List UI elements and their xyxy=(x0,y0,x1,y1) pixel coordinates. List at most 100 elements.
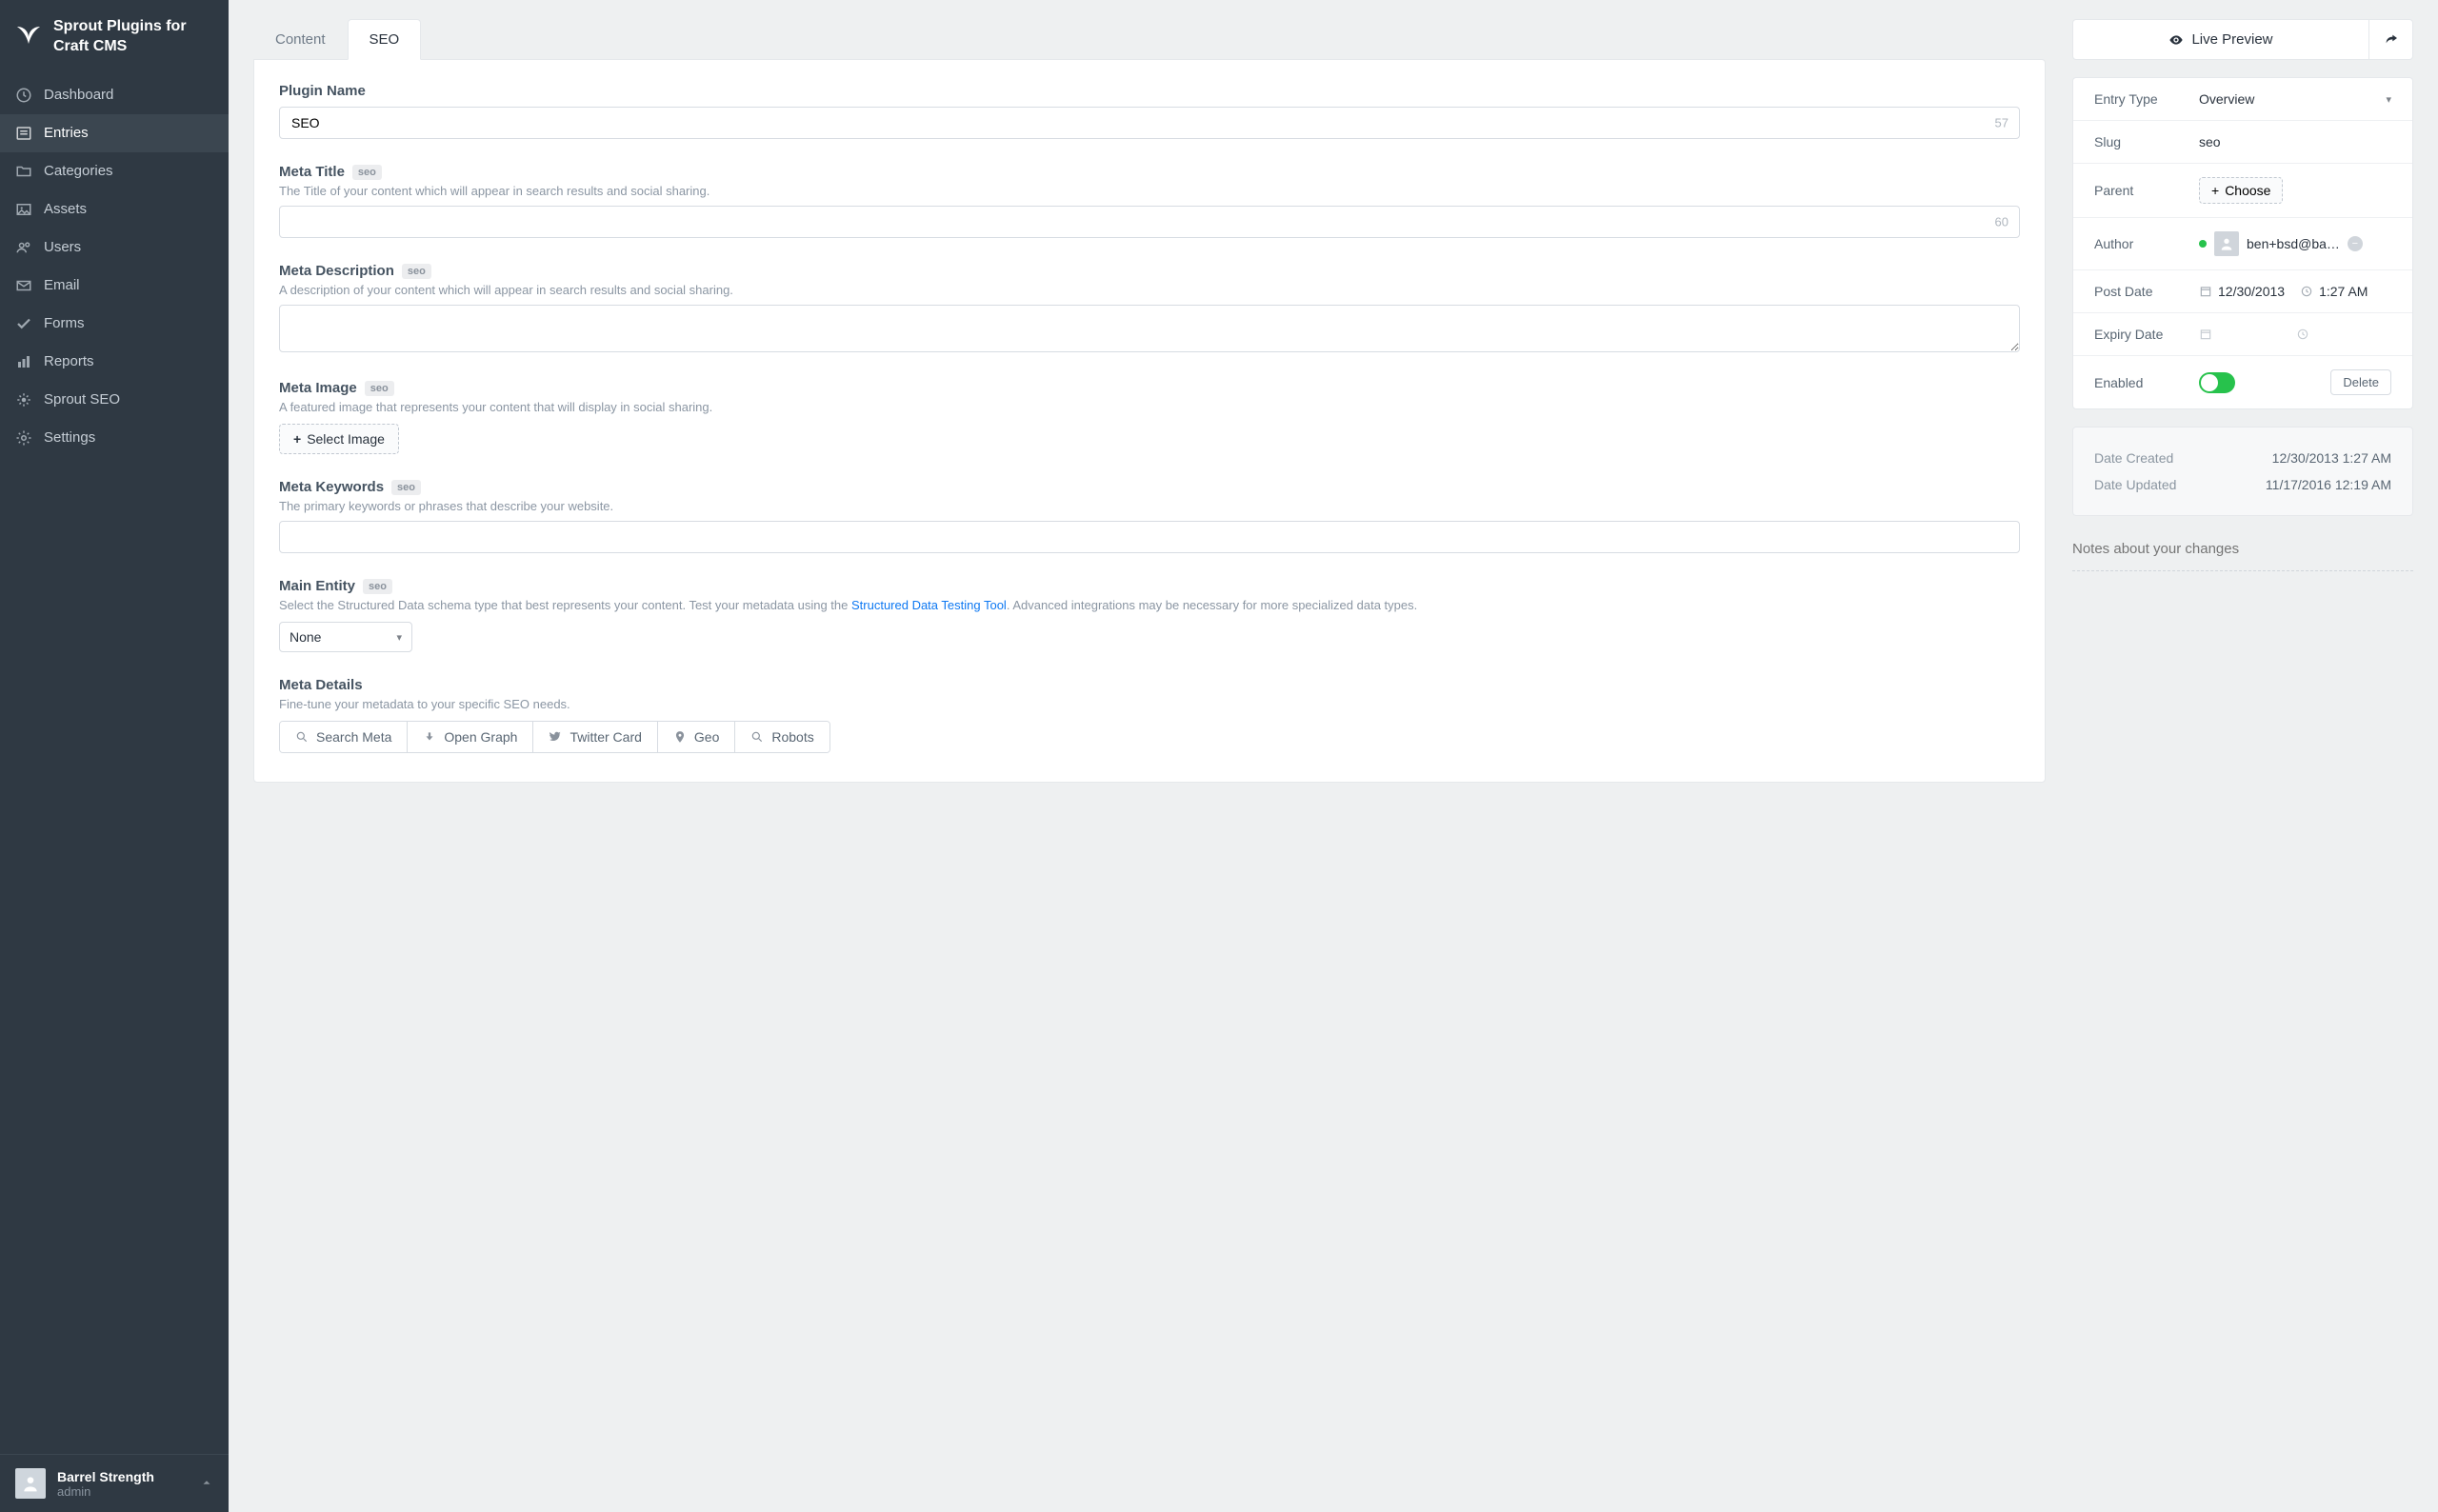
entry-type-select[interactable]: Overview▾ xyxy=(2199,91,2391,107)
date-created-value: 12/30/2013 1:27 AM xyxy=(2272,450,2391,466)
plugin-name-count: 57 xyxy=(1995,116,2008,130)
remove-author-button[interactable]: − xyxy=(2348,236,2363,251)
user-role: admin xyxy=(57,1484,154,1499)
date-created-label: Date Created xyxy=(2094,450,2173,466)
post-time-input[interactable]: 1:27 AM xyxy=(2300,284,2368,299)
preview-card: Live Preview xyxy=(2072,19,2413,60)
notes-input[interactable] xyxy=(2072,533,2413,570)
date-info-card: Date Created 12/30/2013 1:27 AM Date Upda… xyxy=(2072,427,2413,516)
plugin-name-input[interactable] xyxy=(279,107,2020,139)
meta-description-help: A description of your content which will… xyxy=(279,283,2020,297)
check-icon xyxy=(15,315,32,332)
select-image-button[interactable]: +Select Image xyxy=(279,424,399,454)
meta-title-count: 60 xyxy=(1995,215,2008,229)
author-name: ben+bsd@ba… xyxy=(2247,236,2340,251)
seo-badge: seo xyxy=(352,165,382,180)
bar-chart-icon xyxy=(15,353,32,370)
nav-assets[interactable]: Assets xyxy=(0,190,229,229)
seo-badge: seo xyxy=(365,381,394,396)
nav-sprout-seo[interactable]: Sprout SEO xyxy=(0,381,229,419)
nav-settings[interactable]: Settings xyxy=(0,419,229,457)
field-meta-description: Meta Descriptionseo A description of you… xyxy=(279,263,2020,355)
slug-input[interactable] xyxy=(2199,134,2391,149)
seo-badge: seo xyxy=(402,264,431,279)
meta-title-input[interactable] xyxy=(279,206,2020,238)
sprout-icon xyxy=(15,391,32,408)
field-meta-details: Meta Details Fine-tune your metadata to … xyxy=(279,677,2020,753)
chevron-up-icon xyxy=(200,1476,213,1492)
nav-categories[interactable]: Categories xyxy=(0,152,229,190)
plugin-name-label: Plugin Name xyxy=(279,83,2020,99)
envelope-icon xyxy=(15,277,32,294)
meta-image-help: A featured image that represents your co… xyxy=(279,400,2020,414)
status-dot-icon xyxy=(2199,240,2207,248)
tab-content[interactable]: Content xyxy=(253,19,348,60)
slug-label: Slug xyxy=(2094,134,2199,149)
meta-description-input[interactable] xyxy=(279,305,2020,352)
site-name: Sprout Plugins for Craft CMS xyxy=(53,17,215,57)
image-icon xyxy=(15,201,32,218)
meta-title-help: The Title of your content which will app… xyxy=(279,184,2020,198)
meta-keywords-input[interactable] xyxy=(279,521,2020,553)
nav-forms[interactable]: Forms xyxy=(0,305,229,343)
meta-details-buttons: Search Meta Open Graph Twitter Card Geo … xyxy=(279,721,830,753)
field-meta-keywords: Meta Keywords seo The primary keywords or… xyxy=(279,479,2020,553)
parent-label: Parent xyxy=(2094,183,2199,198)
main-entity-select[interactable]: None▾ xyxy=(279,622,412,652)
meta-keywords-help: The primary keywords or phrases that des… xyxy=(279,499,2020,513)
share-button[interactable] xyxy=(2368,20,2412,59)
users-icon xyxy=(15,239,32,256)
nav-email[interactable]: Email xyxy=(0,267,229,305)
field-meta-title: Meta Titleseo The Title of your content … xyxy=(279,164,2020,238)
main-entity-label: Main Entity xyxy=(279,578,355,594)
nav-users[interactable]: Users xyxy=(0,229,229,267)
post-date-label: Post Date xyxy=(2094,284,2199,299)
nav-entries[interactable]: Entries xyxy=(0,114,229,152)
clock-icon xyxy=(15,87,32,104)
gear-icon xyxy=(15,429,32,447)
entries-icon xyxy=(15,125,32,142)
sidebar-nav: Dashboard Entries Categories Assets User… xyxy=(0,76,229,1454)
seo-panel: Plugin Name 57 Meta Titleseo The Title o… xyxy=(253,59,2046,783)
expiry-time-input[interactable] xyxy=(2296,328,2309,341)
entry-type-label: Entry Type xyxy=(2094,91,2199,107)
sidebar-user[interactable]: Barrel Strength admin xyxy=(0,1454,229,1512)
caret-down-icon: ▾ xyxy=(2386,93,2391,106)
caret-down-icon: ▾ xyxy=(396,631,402,644)
sprout-leaf-icon xyxy=(13,17,44,48)
sidebar: Sprout Plugins for Craft CMS Dashboard E… xyxy=(0,0,229,1512)
structured-data-link[interactable]: Structured Data Testing Tool xyxy=(851,598,1007,612)
seo-badge: seo xyxy=(363,579,392,594)
delete-button[interactable]: Delete xyxy=(2330,369,2391,395)
meta-keywords-label: Meta Keywords xyxy=(279,479,384,495)
user-avatar-icon xyxy=(15,1468,46,1499)
tabs: Content SEO xyxy=(253,19,2046,60)
meta-details-label: Meta Details xyxy=(279,677,2020,693)
field-meta-image: Meta Imageseo A featured image that repr… xyxy=(279,380,2020,454)
robots-button[interactable]: Robots xyxy=(735,722,829,752)
open-graph-button[interactable]: Open Graph xyxy=(408,722,533,752)
nav-reports[interactable]: Reports xyxy=(0,343,229,381)
date-updated-label: Date Updated xyxy=(2094,477,2176,492)
folder-icon xyxy=(15,163,32,180)
expiry-date-input[interactable] xyxy=(2199,328,2212,341)
post-date-input[interactable]: 12/30/2013 xyxy=(2199,284,2285,299)
live-preview-button[interactable]: Live Preview xyxy=(2073,20,2368,59)
geo-button[interactable]: Geo xyxy=(658,722,735,752)
choose-parent-button[interactable]: +Choose xyxy=(2199,177,2283,204)
field-plugin-name: Plugin Name 57 xyxy=(279,83,2020,139)
nav-dashboard[interactable]: Dashboard xyxy=(0,76,229,114)
twitter-card-button[interactable]: Twitter Card xyxy=(533,722,657,752)
plus-icon: + xyxy=(293,431,301,447)
user-name: Barrel Strength xyxy=(57,1469,154,1484)
tab-seo[interactable]: SEO xyxy=(348,19,422,60)
search-meta-button[interactable]: Search Meta xyxy=(280,722,408,752)
meta-details-help: Fine-tune your metadata to your specific… xyxy=(279,697,2020,711)
enabled-toggle[interactable] xyxy=(2199,372,2235,393)
author-label: Author xyxy=(2094,236,2199,251)
expiry-label: Expiry Date xyxy=(2094,327,2199,342)
field-main-entity: Main Entityseo Select the Structured Dat… xyxy=(279,578,2020,652)
seo-badge: seo xyxy=(391,480,421,495)
entry-meta-card: Entry Type Overview▾ Slug Parent +Choose… xyxy=(2072,77,2413,409)
plus-icon: + xyxy=(2211,183,2219,198)
